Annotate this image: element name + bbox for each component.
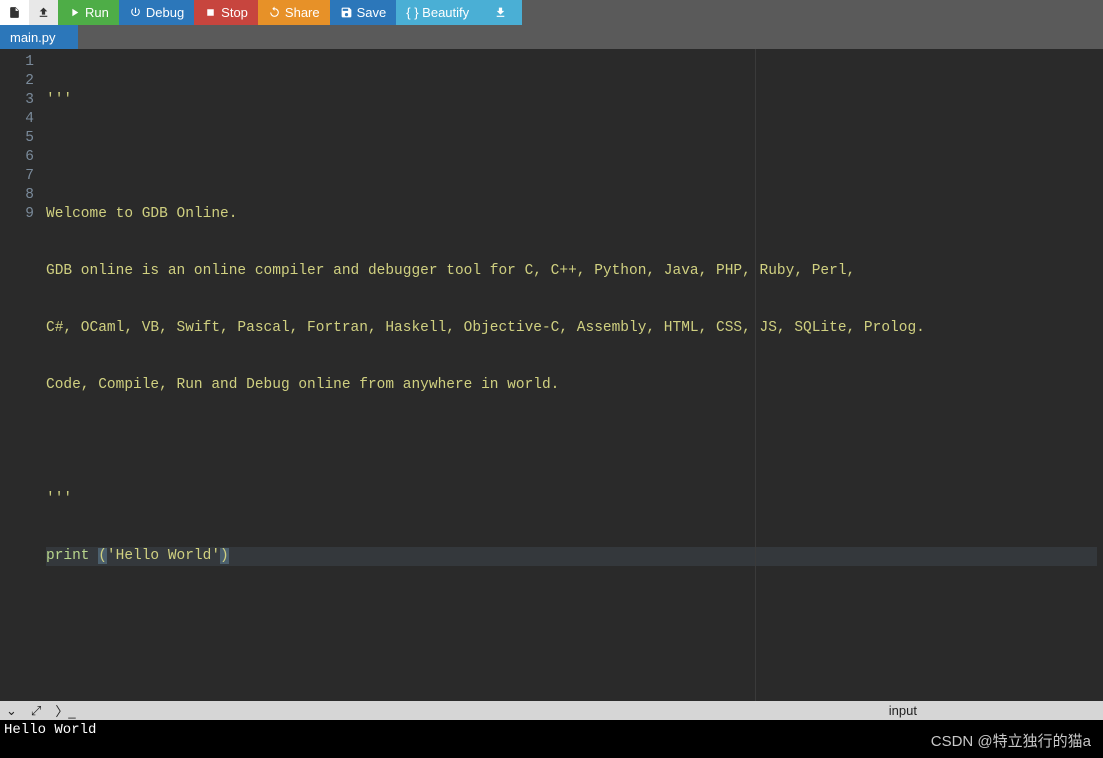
code-line: C#, OCaml, VB, Swift, Pascal, Fortran, H… [46, 319, 1097, 338]
save-icon [340, 6, 353, 19]
print-margin [755, 49, 756, 701]
tab-main[interactable]: main.py [0, 25, 78, 49]
upload-button[interactable] [29, 0, 58, 25]
paren-open: ( [98, 548, 107, 564]
power-icon [129, 6, 142, 19]
debug-button[interactable]: Debug [119, 0, 194, 25]
beautify-button[interactable]: { } Beautify [396, 0, 479, 25]
code-line: Code, Compile, Run and Debug online from… [46, 376, 1097, 395]
line-number: 3 [0, 91, 34, 110]
upload-icon [37, 6, 50, 19]
debug-label: Debug [146, 5, 184, 20]
tab-bar: main.py [0, 25, 1103, 49]
code-area[interactable]: ''' Welcome to GDB Online. GDB online is… [40, 49, 1103, 701]
input-section-label: input [889, 703, 917, 718]
line-gutter: 1 2 3 4 5 6 7 8 9 [0, 49, 40, 701]
save-label: Save [357, 5, 387, 20]
keyword: print [46, 548, 90, 564]
paren-close: ) [220, 548, 229, 564]
file-icon [8, 6, 21, 19]
toolbar: Run Debug Stop Share Save { } Beautify [0, 0, 1103, 25]
stop-icon [204, 6, 217, 19]
code-line: ''' [46, 490, 1097, 509]
stop-button[interactable]: Stop [194, 0, 258, 25]
footer-bar: ⌄ ⤢ 〉_ input [0, 701, 1103, 720]
line-number: 6 [0, 148, 34, 167]
run-label: Run [85, 5, 109, 20]
terminal-icon[interactable]: 〉_ [55, 701, 75, 720]
expand-icon[interactable]: ⤢ [31, 703, 41, 719]
code-line: GDB online is an online compiler and deb… [46, 262, 1097, 281]
run-button[interactable]: Run [58, 0, 119, 25]
line-number: 9 [0, 205, 34, 224]
new-file-button[interactable] [0, 0, 29, 25]
watermark: CSDN @特立独行的猫a [931, 730, 1091, 751]
code-line [46, 148, 1097, 167]
code-line: ''' [46, 91, 1097, 110]
code-line [46, 433, 1097, 452]
code-line: Welcome to GDB Online. [46, 205, 1097, 224]
download-button[interactable] [479, 0, 522, 25]
share-button[interactable]: Share [258, 0, 330, 25]
share-label: Share [285, 5, 320, 20]
save-button[interactable]: Save [330, 0, 397, 25]
code-line-active: print ('Hello World') [46, 547, 1097, 566]
play-icon [68, 6, 81, 19]
stop-label: Stop [221, 5, 248, 20]
line-number: 2 [0, 72, 34, 91]
share-icon [268, 6, 281, 19]
tab-label: main.py [10, 30, 56, 45]
string-literal: 'Hello World' [107, 548, 220, 564]
line-number: 4 [0, 110, 34, 129]
line-number: 1 [0, 53, 34, 72]
beautify-label: { } Beautify [406, 5, 469, 20]
download-icon [494, 6, 507, 19]
chevron-down-icon[interactable]: ⌄ [6, 703, 17, 719]
line-number: 8 [0, 186, 34, 205]
line-number: 7 [0, 167, 34, 186]
line-number: 5 [0, 129, 34, 148]
code-editor[interactable]: 1 2 3 4 5 6 7 8 9 ''' Welcome to GDB Onl… [0, 49, 1103, 701]
